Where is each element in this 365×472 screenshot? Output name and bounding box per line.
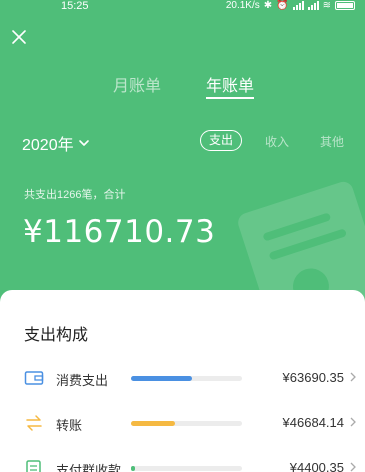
progress-track	[131, 466, 242, 471]
chevron-right-icon	[350, 462, 356, 472]
filter-expense[interactable]: 支出	[200, 130, 243, 151]
progress-track	[131, 421, 242, 426]
breakdown-label: 转账	[56, 418, 83, 433]
summary-text: 共支出1266笔，合计	[24, 189, 126, 201]
progress-track	[131, 376, 242, 381]
status-right: 20.1K/s ✱ ⏰ ≋	[226, 0, 355, 11]
status-time: 15:25	[61, 0, 89, 12]
signal-icon-2	[307, 1, 319, 10]
alarm-icon: ⏰	[276, 0, 289, 11]
group-pay-icon	[26, 460, 41, 472]
year-label: 2020年	[22, 137, 74, 154]
chevron-right-icon	[350, 417, 356, 427]
network-speed: 20.1K/s	[225, 0, 260, 11]
status-bar: 15:25 20.1K/s ✱ ⏰ ≋	[0, 0, 365, 16]
breakdown-amount: ¥63690.35	[282, 370, 344, 385]
bill-tabs: 月账单 年账单	[0, 72, 365, 102]
progress-fill	[131, 376, 192, 381]
breakdown-label: 支付群收款	[56, 463, 122, 472]
wifi-icon: ≋	[322, 0, 331, 11]
breakdown-row-consumption[interactable]: 消费支出 ¥63690.35	[0, 367, 365, 391]
filter-income[interactable]: 收入	[265, 133, 289, 150]
filter-other[interactable]: 其他	[320, 133, 344, 150]
wallet-icon	[24, 371, 44, 385]
breakdown-label: 消费支出	[56, 373, 109, 388]
breakdown-amount: ¥46684.14	[282, 415, 344, 430]
close-icon[interactable]	[8, 26, 30, 48]
bluetooth-icon: ✱	[263, 0, 273, 11]
breakdown-row-transfer[interactable]: 转账 ¥46684.14	[0, 412, 365, 436]
tab-monthly-bill[interactable]: 月账单	[113, 72, 161, 96]
signal-icon	[292, 1, 304, 10]
breakdown-row-group-pay[interactable]: 支付群收款 ¥4400.35	[0, 457, 365, 472]
battery-icon	[335, 1, 355, 10]
year-selector[interactable]: 2020年	[22, 131, 90, 155]
header-panel: 15:25 20.1K/s ✱ ⏰ ≋ 月账单 年账单 2020年 支出 收入 …	[0, 0, 365, 310]
chevron-right-icon	[350, 372, 356, 382]
receipt-watermark-icon	[238, 181, 365, 310]
breakdown-amount: ¥4400.35	[289, 460, 344, 472]
breakdown-title: 支出构成	[24, 327, 89, 344]
active-tab-indicator	[206, 97, 254, 99]
chevron-down-icon	[78, 140, 89, 146]
progress-fill	[131, 421, 175, 426]
progress-fill	[131, 466, 135, 471]
tab-yearly-bill[interactable]: 年账单	[206, 72, 254, 96]
breakdown-card: 支出构成 消费支出 ¥63690.35 转账 ¥46684.14 支付群收款 ¥…	[0, 290, 365, 472]
transfer-icon	[26, 415, 42, 431]
total-amount: ¥116710.73	[23, 214, 216, 250]
